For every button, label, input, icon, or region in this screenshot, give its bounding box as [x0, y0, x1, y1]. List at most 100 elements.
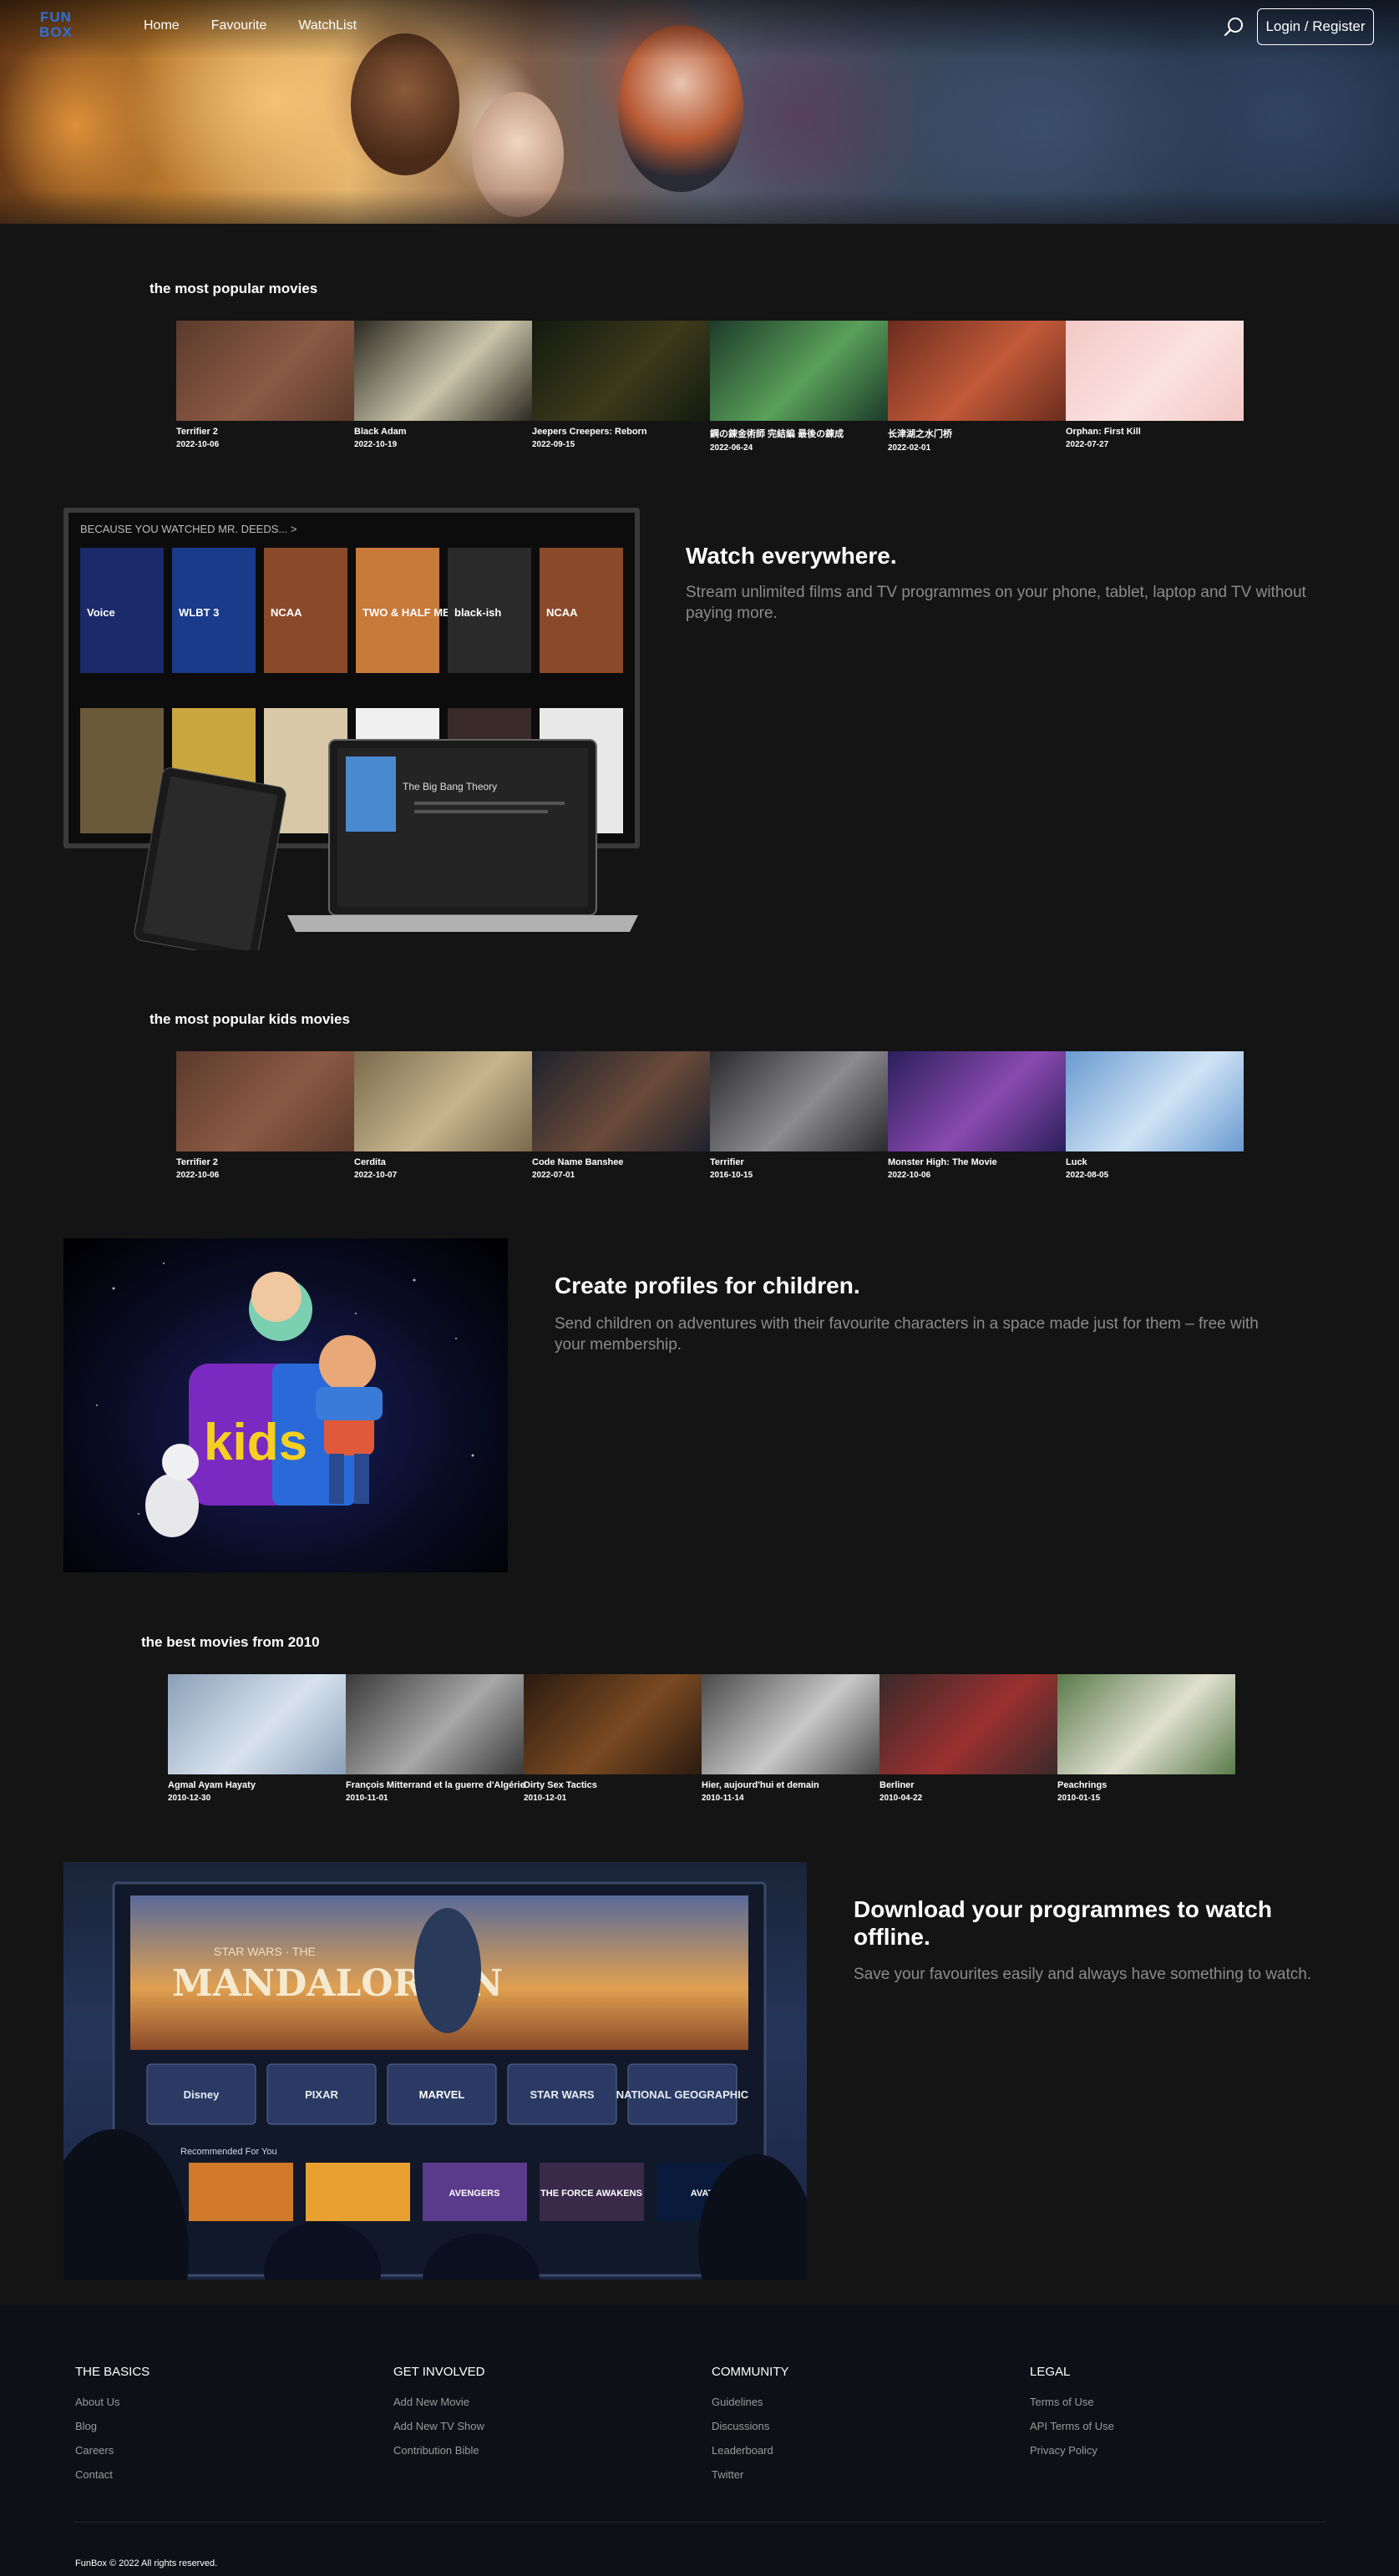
movie-poster[interactable] [702, 1674, 879, 1774]
footer-link-api-terms[interactable]: API Terms of Use [1030, 2420, 1114, 2432]
nav-home[interactable]: Home [144, 18, 180, 33]
movie-poster[interactable] [176, 321, 354, 421]
tv-show-tile-label: black-ish [454, 606, 501, 619]
footer-link-privacy[interactable]: Privacy Policy [1030, 2444, 1114, 2457]
movie-title[interactable]: Black Adam [354, 427, 532, 437]
movie-card[interactable]: Peachrings 2010-01-15 [1057, 1674, 1235, 1803]
footer-link-contact[interactable]: Contact [75, 2468, 150, 2481]
movie-poster[interactable] [1066, 321, 1244, 421]
movie-card[interactable]: Orphan: First Kill 2022-07-27 [1066, 321, 1244, 453]
kids-illustration: kids [63, 1238, 508, 1572]
movie-card[interactable]: 长津湖之水门桥 2022-02-01 [888, 321, 1066, 453]
movie-poster[interactable] [524, 1674, 702, 1774]
movie-poster[interactable] [1057, 1674, 1235, 1774]
movie-release-date: 2022-10-06 [176, 1171, 220, 1180]
movie-title[interactable]: Monster High: The Movie [888, 1157, 1066, 1167]
movie-row-2010: Agmal Ayam Hayaty 2010-12-30 François Mitt… [168, 1674, 1235, 1803]
footer-link-bible[interactable]: Contribution Bible [393, 2444, 484, 2457]
movie-title[interactable]: Cerdita [354, 1157, 532, 1167]
movie-title[interactable]: Berliner [879, 1780, 1057, 1790]
footer-heading: THE BASICS [75, 2365, 150, 2379]
nav-watchlist[interactable]: WatchList [298, 18, 357, 33]
tv-show-tile-label: WLBT 3 [179, 606, 219, 619]
movie-poster[interactable] [176, 1051, 354, 1151]
movie-title[interactable]: Jeepers Creepers: Reborn [532, 427, 710, 437]
movie-card[interactable]: François Mitterrand et la guerre d'Algér… [346, 1674, 525, 1803]
recommended-tile-label: THE FORCE AWAKENS [540, 2189, 642, 2199]
movie-card[interactable]: Terrifier 2016-10-15 [710, 1051, 888, 1180]
movie-poster[interactable] [888, 321, 1066, 421]
movie-title[interactable]: Dirty Sex Tactics [524, 1780, 702, 1790]
footer-link-add-movie[interactable]: Add New Movie [393, 2396, 484, 2408]
movie-poster[interactable] [532, 1051, 710, 1151]
nav-favourite[interactable]: Favourite [211, 18, 267, 33]
movie-card[interactable]: Luck 2022-08-05 [1066, 1051, 1244, 1180]
movie-title[interactable]: Terrifier 2 [176, 427, 354, 437]
footer-link-terms[interactable]: Terms of Use [1030, 2396, 1114, 2408]
movie-title[interactable]: Hier, aujourd'hui et demain [702, 1780, 879, 1790]
movie-card[interactable]: Hier, aujourd'hui et demain 2010-11-14 [702, 1674, 879, 1803]
footer-link-twitter[interactable]: Twitter [712, 2468, 789, 2481]
movie-title[interactable]: Peachrings [1057, 1780, 1235, 1790]
movie-card[interactable]: Black Adam 2022-10-19 [354, 321, 532, 453]
tv-show-tile-label: NCAA [271, 606, 302, 619]
main-nav: Home Favourite WatchList [144, 18, 357, 33]
movie-release-date: 2016-10-15 [710, 1171, 753, 1180]
movie-card[interactable]: Dirty Sex Tactics 2010-12-01 [524, 1674, 702, 1803]
hero-subtitle: STAR WARS · THE [214, 1945, 316, 1958]
movie-card[interactable]: Berliner 2010-04-22 [879, 1674, 1057, 1803]
movie-card[interactable]: Agmal Ayam Hayaty 2010-12-30 [168, 1674, 346, 1803]
movie-card[interactable]: 鋼の錬金術師 完結編 最後の錬成 2022-06-24 [710, 321, 888, 453]
brand-tile-label: PIXAR [305, 2088, 338, 2101]
movie-card[interactable]: Cerdita 2022-10-07 [354, 1051, 532, 1180]
footer-col-basics: THE BASICS About Us Blog Careers Contact [75, 2365, 150, 2492]
movie-poster[interactable] [354, 1051, 532, 1151]
movie-title[interactable]: 鋼の錬金術師 完結編 最後の錬成 [710, 427, 888, 440]
movie-card[interactable]: Terrifier 2 2022-10-06 [176, 321, 354, 453]
movie-row-popular: Terrifier 2 2022-10-06 Black Adam 2022-10-1… [176, 321, 1244, 453]
movie-card[interactable]: Monster High: The Movie 2022-10-06 [888, 1051, 1066, 1180]
movie-title[interactable]: 长津湖之水门桥 [888, 427, 1066, 440]
movie-poster[interactable] [354, 321, 532, 421]
movie-card[interactable]: Terrifier 2 2022-10-06 [176, 1051, 354, 1180]
movie-card[interactable]: Code Name Banshee 2022-07-01 [532, 1051, 710, 1180]
footer-link-leaderboard[interactable]: Leaderboard [712, 2444, 789, 2457]
movie-title[interactable]: François Mitterrand et la guerre d'Algér… [346, 1780, 525, 1790]
movie-poster[interactable] [879, 1674, 1057, 1774]
tv-banner-text: BECAUSE YOU WATCHED MR. DEEDS... > [80, 523, 297, 535]
movie-poster[interactable] [168, 1674, 346, 1774]
footer-link-guidelines[interactable]: Guidelines [712, 2396, 789, 2408]
movie-poster[interactable] [710, 321, 888, 421]
devices-illustration: BECAUSE YOU WATCHED MR. DEEDS... > Voice… [63, 508, 640, 950]
footer-link-careers[interactable]: Careers [75, 2444, 150, 2457]
movie-title[interactable]: Terrifier [710, 1157, 888, 1167]
movie-release-date: 2022-10-07 [354, 1171, 398, 1180]
footer-link-discussions[interactable]: Discussions [712, 2420, 789, 2432]
recommended-tile-label: AVENGERS [449, 2189, 500, 2199]
movie-release-date: 2022-07-27 [1066, 440, 1109, 449]
footer-link-about[interactable]: About Us [75, 2396, 150, 2408]
site-footer: THE BASICS About Us Blog Careers Contact… [0, 2305, 1399, 2576]
brand-tile-label: STAR WARS [530, 2088, 594, 2101]
movie-title[interactable]: Agmal Ayam Hayaty [168, 1780, 346, 1790]
movie-poster[interactable] [710, 1051, 888, 1151]
movie-title[interactable]: Code Name Banshee [532, 1157, 710, 1167]
app-logo[interactable]: FUN BOX [33, 10, 79, 43]
movie-card[interactable]: Jeepers Creepers: Reborn 2022-09-15 [532, 321, 710, 453]
footer-col-community: COMMUNITY Guidelines Discussions Leaderb… [712, 2365, 789, 2492]
movie-poster[interactable] [346, 1674, 524, 1774]
movie-poster[interactable] [1066, 1051, 1244, 1151]
login-register-button[interactable]: Login / Register [1257, 8, 1374, 45]
brand-tile-label: Disney [184, 2088, 220, 2101]
movie-release-date: 2010-12-30 [168, 1794, 211, 1803]
movie-poster[interactable] [888, 1051, 1066, 1151]
feature-text-download: Save your favourites easily and always h… [854, 1966, 1312, 1983]
movie-title[interactable]: Luck [1066, 1157, 1244, 1167]
movie-title[interactable]: Terrifier 2 [176, 1157, 354, 1167]
footer-link-blog[interactable]: Blog [75, 2420, 150, 2432]
search-icon[interactable] [1224, 16, 1245, 38]
footer-link-add-tv[interactable]: Add New TV Show [393, 2420, 484, 2432]
movie-poster[interactable] [532, 321, 710, 421]
movie-title[interactable]: Orphan: First Kill [1066, 427, 1244, 437]
kids-logo-text: kids [204, 1414, 307, 1471]
